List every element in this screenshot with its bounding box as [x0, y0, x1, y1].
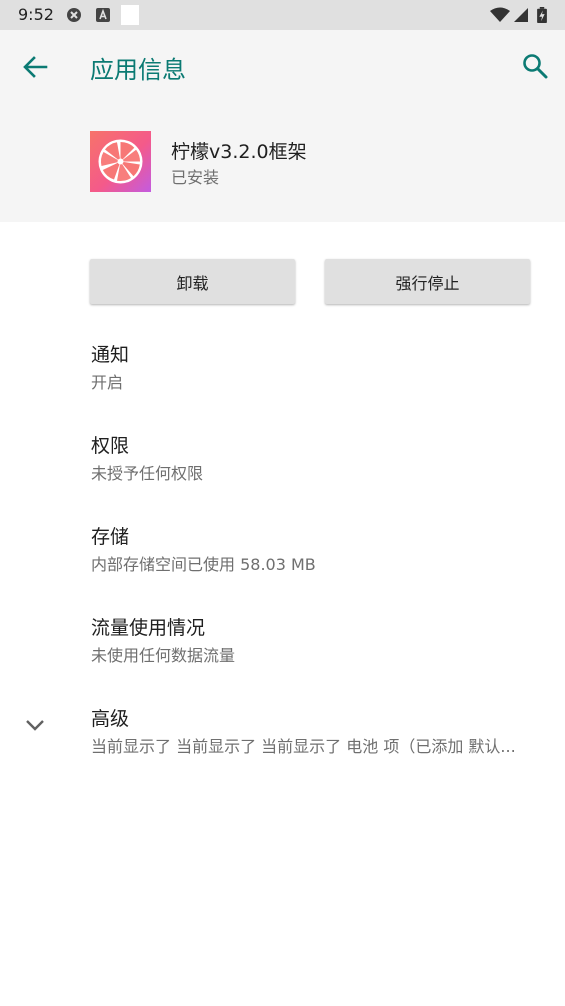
pref-title: 流量使用情况: [91, 617, 206, 639]
x-notification-icon: [67, 8, 81, 22]
search-icon[interactable]: [520, 51, 550, 81]
blank-notification-icon: [121, 5, 139, 25]
wifi-icon: [490, 7, 510, 22]
status-time: 9:52: [18, 5, 54, 24]
pref-advanced[interactable]: 高级 当前显示了 当前显示了 当前显示了 电池 项（已添加 默认...: [0, 704, 565, 784]
signal-icon: [514, 8, 528, 22]
pref-summary: 内部存储空间已使用 58.03 MB: [91, 555, 316, 574]
pref-title: 通知: [91, 344, 130, 366]
pref-summary: 未授予任何权限: [91, 464, 204, 483]
arrow-left-icon[interactable]: [20, 52, 50, 82]
pref-title: 存储: [91, 526, 130, 548]
pref-summary: 开启: [91, 373, 124, 392]
pref-title: 高级: [91, 708, 130, 730]
app-name: 柠檬v3.2.0框架: [171, 141, 307, 163]
pref-data-usage[interactable]: 流量使用情况 未使用任何数据流量: [0, 613, 565, 693]
battery-charging-icon: [537, 7, 547, 23]
app-bar: 应用信息: [0, 30, 565, 102]
lemon-app-icon: [90, 131, 151, 192]
app-header: 柠檬v3.2.0框架 已安装: [0, 102, 565, 222]
page-title: 应用信息: [90, 56, 186, 84]
a-notification-icon: [96, 8, 110, 22]
force-stop-button[interactable]: 强行停止: [325, 259, 530, 304]
app-install-status: 已安装: [171, 168, 220, 187]
pref-summary: 当前显示了 当前显示了 当前显示了 电池 项（已添加 默认...: [91, 737, 516, 756]
pref-storage[interactable]: 存储 内部存储空间已使用 58.03 MB: [0, 522, 565, 602]
chevron-down-icon[interactable]: [22, 712, 48, 738]
pref-summary: 未使用任何数据流量: [91, 646, 236, 665]
pref-title: 权限: [91, 435, 130, 457]
pref-permissions[interactable]: 权限 未授予任何权限: [0, 431, 565, 511]
status-bar: 9:52: [0, 0, 565, 30]
uninstall-button[interactable]: 卸载: [90, 259, 295, 304]
pref-notifications[interactable]: 通知 开启: [0, 340, 565, 420]
